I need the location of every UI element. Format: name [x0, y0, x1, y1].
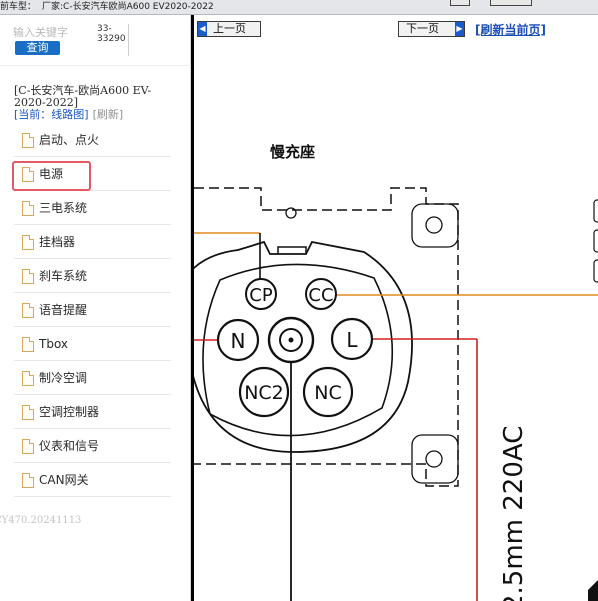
tree-item[interactable]: 语音提醒 [14, 293, 171, 327]
file-icon [22, 439, 34, 454]
pin-l: L [330, 317, 374, 361]
arrow-right-icon: ▶ [455, 22, 464, 36]
version-text: CY470.20241113 [0, 515, 82, 526]
pin-cc-label: CC [308, 285, 333, 306]
arrow-left-icon: ◀ [198, 22, 207, 36]
search-range-start: 33- [97, 24, 112, 34]
tree-item-label: 挂档器 [39, 235, 76, 249]
category-tree: 启动、点火电源三电系统挂档器刹车系统语音提醒 Tbox 制冷空调空调控制器仪表和信号… [12, 123, 171, 497]
refresh-link[interactable]: [刷新] [93, 108, 124, 121]
tree-item[interactable]: 仪表和信号 [14, 429, 171, 463]
search-button[interactable]: 查询 [15, 41, 60, 55]
tree-item[interactable]: 三电系统 [14, 191, 171, 225]
tree-item-label: 语音提醒 [39, 303, 88, 317]
file-icon [22, 337, 34, 352]
tree-item[interactable]: 刹车系统 [14, 259, 171, 293]
wiring-diagram: 慢充座 CP CC N L NC2 NC 2.5mm 220AC [194, 143, 598, 601]
file-icon [22, 303, 34, 318]
mounting-hole-frame [411, 203, 459, 248]
mounting-hole-bottom [425, 450, 443, 468]
wire-spec-label: 2.5mm 220AC [499, 426, 529, 601]
current-vehicle: 当前车型： 厂家:C-长安汽车欧尚A600 EV2020-2022 [0, 0, 214, 15]
prev-page-label: 上一页 [213, 22, 246, 35]
tree-item[interactable]: 制冷空调 [14, 361, 171, 395]
pin-nc2: NC2 [238, 366, 290, 418]
search-input[interactable] [13, 25, 75, 40]
current-view: [当前：线路图] [14, 108, 89, 121]
tree-item[interactable]: 挂档器 [14, 225, 171, 259]
file-icon [22, 167, 34, 182]
current-vehicle-value: 厂家:C-长安汽车欧尚A600 EV2020-2022 [42, 2, 214, 12]
pin-pe [267, 316, 315, 364]
tree-item-label: 三电系统 [39, 201, 88, 215]
file-icon [22, 133, 34, 148]
pin-nc2-label: NC2 [244, 382, 284, 404]
toolbar-button[interactable] [450, 0, 470, 6]
file-icon [22, 371, 34, 386]
tree-item-label: Tbox [39, 337, 69, 351]
tree-item[interactable]: CAN网关 [14, 463, 171, 497]
pin-cp-label: CP [249, 285, 273, 306]
tree-item-label: 制冷空调 [39, 371, 88, 385]
pin-n: N [216, 318, 260, 362]
tree-item[interactable]: 空调控制器 [14, 395, 171, 429]
pin-nc: NC [302, 366, 354, 418]
pin-nc-label: NC [314, 382, 341, 404]
file-icon [22, 473, 34, 488]
pin-l-label: L [346, 328, 358, 352]
current-vehicle-label: 当前车型： [0, 2, 37, 12]
tree-item[interactable]: 启动、点火 [14, 123, 171, 157]
diagram-title: 慢充座 [270, 143, 315, 161]
prev-page-button[interactable]: ◀ 上一页 [197, 21, 261, 37]
tree-item-label: 空调控制器 [39, 405, 100, 419]
pin-cc: CC [305, 278, 337, 310]
tree-item-label: CAN网关 [39, 473, 89, 487]
pin-n-label: N [231, 329, 246, 353]
file-icon [22, 405, 34, 420]
mounting-hole [425, 216, 443, 234]
search-range-end: 33290 [97, 34, 126, 44]
refresh-page-link[interactable]: [刷新当前页] [475, 23, 546, 37]
vehicle-title: [C-长安汽车-欧尚A600 EV-2020-2022] [14, 84, 152, 109]
scroll-corner-icon[interactable] [588, 580, 598, 601]
socket-key-notch [277, 246, 307, 254]
pin-cp: CP [245, 278, 277, 310]
edge-connector-block-3 [593, 259, 598, 283]
file-icon [22, 201, 34, 216]
tree-item[interactable]: 电源 [12, 157, 171, 191]
next-page-label: 下一页 [406, 22, 439, 35]
tree-item-label: 仪表和信号 [39, 439, 100, 453]
page-nav-bar: ◀ 上一页 下一页 ▶ [刷新当前页] [194, 17, 598, 40]
left-panel: 查询 33- 33290 [C-长安汽车-欧尚A600 EV-2020-2022… [0, 15, 191, 601]
next-page-button[interactable]: 下一页 ▶ [398, 21, 465, 37]
divider [0, 65, 191, 66]
tree-item-label: 刹车系统 [39, 269, 88, 283]
mounting-hole-frame-bottom [411, 434, 459, 484]
current-view-line: [当前：线路图] [刷新] [14, 109, 123, 121]
file-icon [22, 235, 34, 250]
tree-item-label: 电源 [39, 167, 64, 181]
search-range: 33- 33290 [97, 24, 129, 56]
edge-connector-block [593, 199, 598, 223]
top-screw-hole [285, 207, 297, 219]
edge-connector-block-2 [593, 229, 598, 253]
tree-item-label: 启动、点火 [39, 133, 100, 147]
toolbar-button-brand[interactable]: 星王 [490, 0, 532, 6]
vehicle-info-bar: 当前车型： 厂家:C-长安汽车欧尚A600 EV2020-2022 星王 [0, 0, 598, 15]
file-icon [22, 269, 34, 284]
tree-item[interactable]: Tbox [14, 327, 171, 361]
